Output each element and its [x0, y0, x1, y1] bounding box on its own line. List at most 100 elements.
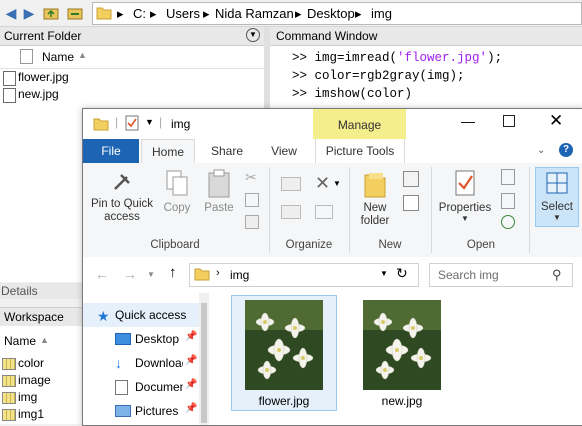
nav-scrollbar-thumb[interactable]	[201, 303, 207, 423]
tab-file[interactable]: File	[83, 139, 139, 163]
panel-gap	[0, 299, 82, 307]
manage-context-tab[interactable]: Manage	[313, 109, 406, 139]
panel-menu-icon[interactable]: ▼	[246, 28, 260, 42]
matrix-icon	[2, 358, 16, 370]
back-arrow-icon[interactable]: ◀	[2, 4, 20, 22]
file-name[interactable]: flower.jpg	[232, 394, 336, 408]
workspace-variable[interactable]: img	[2, 390, 37, 404]
workspace-title: Workspace	[4, 310, 64, 324]
tab-home[interactable]: Home	[141, 139, 195, 164]
history-icon[interactable]	[501, 215, 515, 229]
copy-path-icon[interactable]	[245, 193, 259, 207]
quick-access-dropdown-icon[interactable]: ▼	[145, 117, 154, 127]
select-icon	[546, 172, 568, 194]
path-chevron[interactable]: ▸	[203, 6, 210, 22]
properties-icon	[455, 170, 475, 196]
path-segment[interactable]: Desktop	[307, 6, 355, 21]
ribbon-separator	[529, 167, 530, 253]
name-column-label[interactable]: Name	[4, 334, 36, 348]
search-placeholder: Search img	[438, 268, 499, 282]
search-box[interactable]: Search img ⚲	[429, 263, 573, 287]
edit-icon[interactable]	[501, 193, 515, 209]
select-button[interactable]: Select ▼	[535, 167, 579, 227]
delete-dropdown-icon[interactable]: ▼	[333, 179, 341, 188]
nav-item-documents[interactable]: Documents	[135, 376, 183, 398]
path-chevron[interactable]: ▸	[355, 6, 362, 22]
address-location[interactable]: img	[230, 268, 249, 282]
help-icon[interactable]: ?	[559, 143, 573, 157]
file-name[interactable]: new.jpg	[350, 394, 454, 408]
copy-button[interactable]: Copy	[157, 169, 197, 214]
nav-item-pictures[interactable]: Pictures	[135, 400, 183, 422]
folder-icon	[93, 118, 109, 131]
file-explorer-window: | ▼ | img Manage — ✕ File Home Share Vie…	[82, 108, 582, 426]
pictures-icon	[115, 405, 131, 417]
close-icon[interactable]: ✕	[549, 111, 563, 131]
file-thumbnail[interactable]: flower.jpg	[231, 295, 337, 411]
path-chevron[interactable]: ▸	[295, 6, 302, 22]
file-row[interactable]: flower.jpg	[3, 70, 69, 86]
address-dropdown-icon[interactable]: ▼	[380, 269, 388, 278]
file-name[interactable]: flower.jpg	[18, 70, 69, 84]
workspace-variable[interactable]: image	[2, 373, 51, 387]
move-to-icon[interactable]	[281, 177, 301, 191]
cut-icon[interactable]: ✂	[245, 169, 257, 186]
path-segment[interactable]: img	[371, 6, 392, 21]
easy-access-icon[interactable]	[403, 195, 419, 211]
maximize-icon[interactable]	[503, 115, 515, 127]
new-folder-button[interactable]: New folder	[353, 169, 397, 228]
open-icon[interactable]	[501, 169, 515, 185]
new-item-icon[interactable]	[403, 171, 419, 187]
path-segment[interactable]: Nida Ramzan	[215, 6, 294, 21]
command-window-header: Command Window	[270, 27, 582, 46]
forward-icon[interactable]: →	[123, 266, 137, 282]
tab-share[interactable]: Share	[201, 139, 253, 163]
workspace-variable[interactable]: img1	[2, 407, 44, 421]
workspace-variable[interactable]: color	[2, 356, 44, 370]
up-icon[interactable]: ↑	[169, 264, 177, 281]
file-thumbnail[interactable]: new.jpg	[349, 295, 455, 411]
path-chevron[interactable]: ▸	[117, 6, 124, 22]
name-column-label[interactable]: Name	[42, 50, 74, 64]
browse-folder-icon[interactable]	[66, 4, 84, 22]
paste-icon	[208, 169, 230, 198]
forward-arrow-icon[interactable]: ▶	[20, 4, 38, 22]
address-bar[interactable]: › img ▼ ↻	[189, 263, 419, 287]
collapse-ribbon-icon[interactable]: ⌄	[537, 145, 545, 156]
file-row[interactable]: new.jpg	[3, 87, 59, 103]
path-segment[interactable]: Users	[166, 6, 200, 21]
ribbon-tabs: File Home Share View Picture Tools ⌄ ?	[83, 139, 582, 164]
command-line: >> imshow(color)	[292, 87, 413, 101]
nav-item-downloads[interactable]: Downloads	[135, 352, 183, 374]
file-name[interactable]: new.jpg	[18, 87, 59, 101]
pin-to-quick-access-button[interactable]: Pin to Quick access	[87, 169, 157, 224]
delete-icon[interactable]: ✕	[315, 173, 330, 194]
copy-to-icon[interactable]	[281, 205, 301, 219]
command-line: >> img=imread('flower.jpg');	[292, 51, 503, 65]
nav-scrollbar[interactable]	[199, 293, 209, 425]
current-folder-column-header[interactable]: Name ▲	[0, 46, 264, 69]
tab-picture-tools[interactable]: Picture Tools	[315, 139, 405, 163]
search-icon[interactable]: ⚲	[552, 267, 562, 283]
matrix-icon	[2, 375, 16, 387]
path-chevron[interactable]: ▸	[150, 6, 157, 22]
tab-view[interactable]: View	[259, 139, 309, 163]
path-segment[interactable]: C:	[133, 6, 146, 21]
properties-quick-icon[interactable]	[125, 115, 139, 131]
paste-button[interactable]: Paste	[199, 169, 239, 214]
command-window-body[interactable]: >> img=imread('flower.jpg'); >> color=rg…	[270, 46, 582, 110]
star-icon: ★	[97, 308, 110, 324]
recent-locations-icon[interactable]: ▼	[147, 270, 155, 279]
rename-icon[interactable]	[315, 205, 333, 219]
details-panel-header[interactable]: Details	[0, 283, 82, 299]
properties-button[interactable]: Properties ▼	[433, 169, 497, 223]
refresh-icon[interactable]: ↻	[396, 265, 408, 282]
address-chevron-icon[interactable]: ›	[216, 267, 220, 279]
paste-shortcut-icon[interactable]	[245, 215, 259, 229]
nav-item-quick-access[interactable]: Quick access	[115, 304, 195, 326]
minimize-icon[interactable]: —	[461, 113, 475, 129]
back-icon[interactable]: ←	[95, 266, 109, 282]
up-folder-icon[interactable]	[42, 4, 60, 22]
matrix-icon	[2, 392, 16, 404]
address-path-bar[interactable]: ▸ C: ▸ Users ▸ Nida Ramzan ▸ Desktop ▸ i…	[92, 2, 582, 25]
